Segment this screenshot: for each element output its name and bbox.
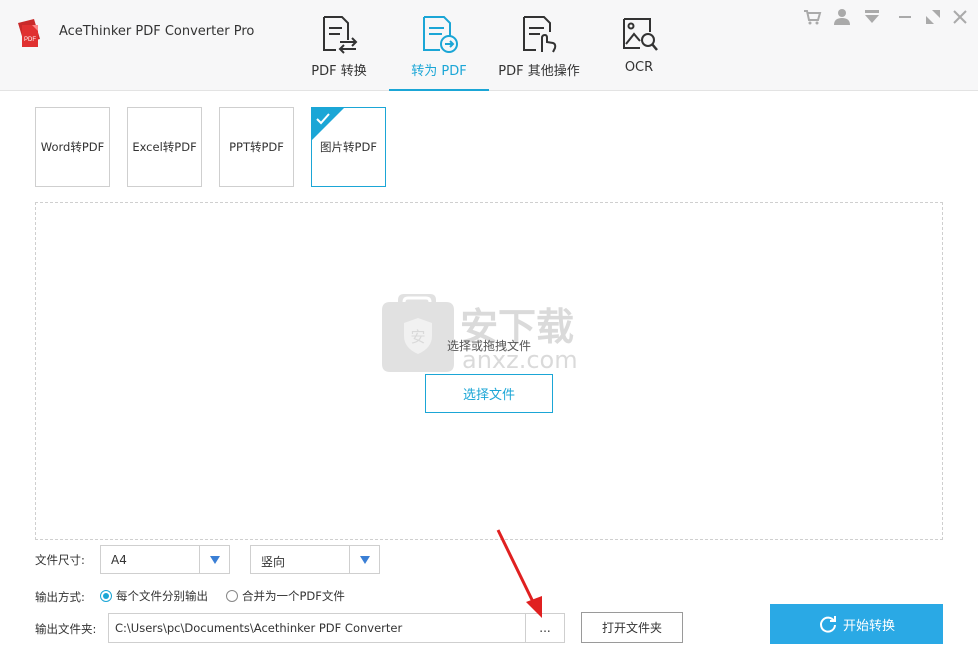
svg-text:PDF: PDF — [24, 37, 36, 43]
subtab-ppt-to-pdf-label: PPT转PDF — [229, 140, 284, 154]
close-icon[interactable] — [949, 6, 971, 28]
start-convert-button[interactable]: 开始转换 — [770, 604, 943, 644]
start-convert-label: 开始转换 — [842, 618, 895, 634]
choose-file-button[interactable]: 选择文件 — [425, 374, 553, 413]
radio-merge-label: 合并为一个PDF文件 — [242, 589, 345, 603]
page-size-select[interactable]: A4 — [100, 545, 230, 574]
pdf-other-ops-icon — [523, 16, 557, 53]
cart-icon[interactable] — [801, 6, 823, 28]
page-size-value: A4 — [111, 553, 127, 567]
tab-pdf-convert-label: PDF 转换 — [311, 64, 367, 79]
output-mode-label: 输出方式: — [35, 590, 85, 604]
subtab-image-to-pdf-label: 图片转PDF — [320, 140, 377, 154]
tab-to-pdf[interactable]: 转为 PDF — [389, 0, 489, 91]
chevron-down-icon — [199, 546, 229, 573]
tab-ocr-label: OCR — [624, 60, 654, 75]
radio-merge-dot — [226, 590, 238, 602]
tab-pdf-other-ops[interactable]: PDF 其他操作 — [489, 0, 589, 91]
header-bar: PDF AceThinker PDF Converter Pro PDF 转换 — [0, 0, 978, 91]
output-folder-path[interactable]: C:\Users\pc\Documents\Acethinker PDF Con… — [108, 613, 526, 643]
subtab-excel-to-pdf[interactable]: Excel转PDF — [127, 107, 202, 187]
tab-pdf-convert[interactable]: PDF 转换 — [289, 0, 389, 91]
subtab-word-to-pdf[interactable]: Word转PDF — [35, 107, 110, 187]
radio-separate-dot — [100, 590, 112, 602]
dropdown-menu-icon[interactable] — [861, 6, 883, 28]
radio-separate-output[interactable]: 每个文件分别输出 — [100, 588, 208, 604]
file-size-label: 文件尺寸: — [35, 553, 85, 567]
app-window: PDF AceThinker PDF Converter Pro PDF 转换 — [0, 0, 978, 668]
chevron-down-icon — [349, 546, 379, 573]
subtab-word-to-pdf-label: Word转PDF — [40, 140, 105, 154]
tab-ocr[interactable]: OCR — [589, 0, 689, 91]
tab-to-pdf-label: 转为 PDF — [411, 64, 467, 79]
drop-hint-text: 选择或拖拽文件 — [446, 339, 531, 353]
orientation-select[interactable]: 竖向 — [250, 545, 380, 574]
radio-separate-label: 每个文件分别输出 — [116, 589, 208, 603]
watermark-logo: 安 安下载 anxz.com — [382, 294, 578, 374]
annotation-arrow — [496, 529, 542, 618]
to-pdf-icon — [423, 16, 458, 53]
radio-merge-output[interactable]: 合并为一个PDF文件 — [226, 588, 345, 604]
minimize-icon[interactable] — [894, 6, 916, 28]
user-icon[interactable] — [831, 6, 853, 28]
app-title: AceThinker PDF Converter Pro — [59, 24, 255, 39]
subtab-image-to-pdf[interactable]: 图片转PDF — [311, 107, 386, 187]
orientation-value: 竖向 — [261, 555, 286, 569]
ocr-icon — [623, 18, 658, 51]
app-logo-icon: PDF — [18, 19, 40, 47]
subtab-excel-to-pdf-label: Excel转PDF — [132, 140, 197, 154]
open-folder-button[interactable]: 打开文件夹 — [581, 612, 683, 643]
selected-check-icon — [312, 108, 344, 140]
restore-icon[interactable] — [922, 6, 944, 28]
pdf-convert-icon — [323, 16, 358, 54]
output-folder-label: 输出文件夹: — [35, 622, 97, 636]
subtab-ppt-to-pdf[interactable]: PPT转PDF — [219, 107, 294, 187]
refresh-icon — [820, 616, 836, 633]
tab-pdf-other-ops-label: PDF 其他操作 — [498, 64, 580, 79]
